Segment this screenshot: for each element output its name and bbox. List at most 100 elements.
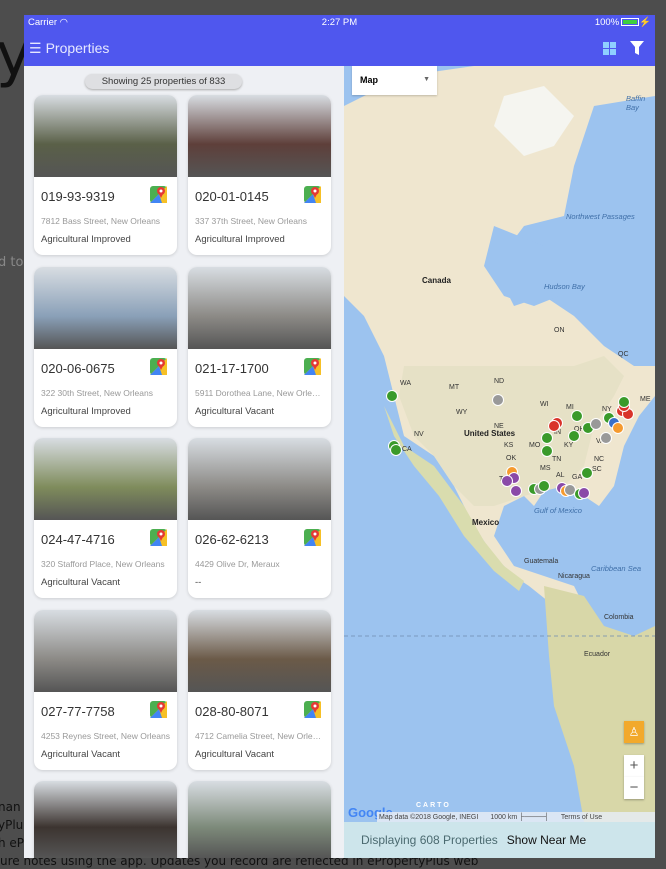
map-label-wy: WY xyxy=(456,409,468,416)
property-marker[interactable] xyxy=(492,394,504,406)
street-view-pegman-icon[interactable]: ♙ xyxy=(624,721,644,743)
map-label-hudson: Hudson Bay xyxy=(544,282,585,291)
property-card[interactable]: 026-62-6213 4429 Olive Dr, Meraux -- xyxy=(188,438,331,598)
bg-text: h eP xyxy=(0,836,25,850)
property-address: 337 37th Street, New Orleans xyxy=(195,216,307,226)
property-type: Agricultural Vacant xyxy=(195,749,275,760)
property-marker[interactable] xyxy=(541,432,553,444)
property-marker[interactable] xyxy=(578,487,590,499)
filter-icon[interactable] xyxy=(630,41,644,55)
map-type-select[interactable]: Map ▼ xyxy=(352,66,437,95)
google-maps-icon[interactable] xyxy=(150,186,167,203)
property-marker[interactable] xyxy=(590,418,602,430)
show-near-me-button[interactable]: Show Near Me xyxy=(507,833,586,847)
property-address: 320 Stafford Place, New Orleans xyxy=(41,559,165,569)
terms-of-use-link[interactable]: Terms of Use xyxy=(561,814,602,821)
property-marker[interactable] xyxy=(618,396,630,408)
grid-icon[interactable] xyxy=(603,41,616,55)
property-photo xyxy=(188,610,331,692)
property-marker[interactable] xyxy=(390,444,402,456)
map-label-nd: ND xyxy=(494,378,505,385)
property-list[interactable]: Showing 25 properties of 833 019-93-9319… xyxy=(24,66,344,858)
property-marker[interactable] xyxy=(612,422,624,434)
map-label-mt: MT xyxy=(449,384,460,391)
property-card[interactable]: 020-01-0145 337 37th Street, New Orleans… xyxy=(188,95,331,255)
bg-text: nan xyxy=(0,800,21,814)
google-maps-icon[interactable] xyxy=(304,701,321,718)
google-maps-icon[interactable] xyxy=(150,358,167,375)
property-card[interactable]: 024-47-4716 320 Stafford Place, New Orle… xyxy=(34,438,177,598)
property-photo xyxy=(34,267,177,349)
map-label-al: AL xyxy=(556,472,565,479)
property-card[interactable]: 019-93-9319 7812 Bass Street, New Orlean… xyxy=(34,95,177,255)
map-attribution: Map data ©2018 Google, INEGI 1000 km ├──… xyxy=(377,812,655,822)
map-label-on: ON xyxy=(554,327,565,334)
results-count: Showing 25 properties of 833 xyxy=(85,74,242,89)
map-scale: 1000 km ├────┤ xyxy=(490,813,549,821)
map-label-baffin: Baffin Bay xyxy=(626,94,646,112)
page-title: Properties xyxy=(45,40,110,56)
property-card[interactable] xyxy=(188,781,331,858)
parcel-id: 020-01-0145 xyxy=(195,189,269,204)
map-label-nv: NV xyxy=(414,431,424,438)
property-photo xyxy=(34,610,177,692)
property-address: 4429 Olive Dr, Meraux xyxy=(195,559,280,569)
property-marker[interactable] xyxy=(571,410,583,422)
map-label-wi: WI xyxy=(540,401,549,408)
zoom-in-button[interactable]: + xyxy=(624,755,644,777)
property-photo xyxy=(188,95,331,177)
property-card[interactable]: 027-77-7758 4253 Reynes Street, New Orle… xyxy=(34,610,177,770)
property-marker[interactable] xyxy=(581,467,593,479)
property-marker[interactable] xyxy=(548,420,560,432)
battery-icon xyxy=(621,18,640,27)
map-footer: Displaying 608 Properties Show Near Me xyxy=(344,822,655,858)
map-label-us: United States xyxy=(464,429,516,438)
map-label-nc: NC xyxy=(594,456,605,463)
google-maps-icon[interactable] xyxy=(150,701,167,718)
property-marker[interactable] xyxy=(538,480,550,492)
property-marker[interactable] xyxy=(501,475,513,487)
menu-icon[interactable]: ☰ xyxy=(29,40,42,57)
parcel-id: 026-62-6213 xyxy=(195,532,269,547)
property-card[interactable]: 028-80-8071 4712 Camelia Street, New Orl… xyxy=(188,610,331,770)
zoom-out-button[interactable]: − xyxy=(624,777,644,799)
map-label-nica: Nicaragua xyxy=(558,573,590,580)
map-label-carib: Caribbean Sea xyxy=(591,564,642,573)
map-label-ky: KY xyxy=(564,442,574,449)
property-address: 322 30th Street, New Orleans xyxy=(41,388,153,398)
carrier: Carrier ◠ xyxy=(28,17,68,28)
property-marker[interactable] xyxy=(568,430,580,442)
map[interactable]: Map ▼ Canada United States Mexico Hudson Bay… xyxy=(344,66,655,822)
parcel-id: 027-77-7758 xyxy=(41,704,115,719)
displaying-count: Displaying 608 Properties xyxy=(361,833,498,847)
property-photo xyxy=(188,781,331,858)
property-type: -- xyxy=(195,577,202,588)
map-label-canada: Canada xyxy=(422,276,451,285)
property-card[interactable]: 021-17-1700 5911 Dorothea Lane, New Orle… xyxy=(188,267,331,427)
property-photo xyxy=(34,438,177,520)
google-maps-icon[interactable] xyxy=(304,186,321,203)
google-maps-icon[interactable] xyxy=(304,529,321,546)
parcel-id: 024-47-4716 xyxy=(41,532,115,547)
battery: 100% ⚡ xyxy=(594,17,651,28)
property-marker[interactable] xyxy=(541,445,553,457)
property-card[interactable] xyxy=(34,781,177,858)
google-maps-icon[interactable] xyxy=(150,529,167,546)
map-label-colombia: Colombia xyxy=(604,614,634,621)
property-marker[interactable] xyxy=(600,432,612,444)
status-bar: Carrier ◠ 2:27 PM 100% ⚡ xyxy=(24,15,655,30)
property-marker[interactable] xyxy=(510,485,522,497)
map-label-qc: QC xyxy=(618,351,629,358)
property-type: Agricultural Improved xyxy=(195,234,285,245)
google-maps-icon[interactable] xyxy=(304,358,321,375)
property-card[interactable]: 020-06-0675 322 30th Street, New Orleans… xyxy=(34,267,177,427)
property-type: Agricultural Improved xyxy=(41,234,131,245)
map-label-guat: Guatemala xyxy=(524,558,559,565)
property-marker[interactable] xyxy=(386,390,398,402)
wifi-icon: ◠ xyxy=(59,17,68,28)
property-photo xyxy=(188,438,331,520)
property-type: Agricultural Vacant xyxy=(41,749,121,760)
property-address: 4712 Camelia Street, New Orleans xyxy=(195,731,325,741)
map-label-ca: CA xyxy=(402,446,412,453)
property-type: Agricultural Vacant xyxy=(41,577,121,588)
